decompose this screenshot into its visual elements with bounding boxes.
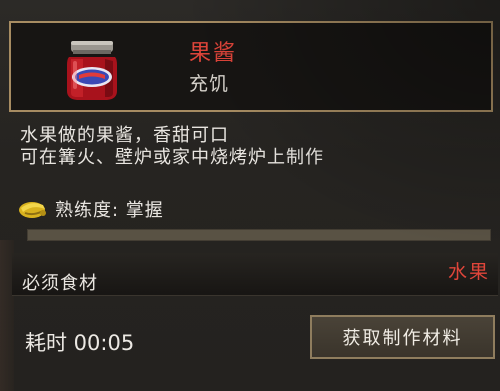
proficiency-label: 熟练度: 掌握 (55, 200, 164, 221)
proficiency-row: 熟练度: 掌握 (17, 196, 164, 222)
description-line-1: 水果做的果酱，香甜可口 (20, 125, 229, 146)
description-line-2: 可在篝火、壁炉或家中烧烤炉上制作 (20, 147, 324, 168)
required-ingredients-label: 必须食材 (22, 273, 98, 294)
required-ingredient-value[interactable]: 水果 (448, 257, 490, 284)
item-effect: 充饥 (189, 73, 230, 95)
proficiency-bar (27, 229, 491, 241)
item-description: 水果做的果酱，香甜可口 可在篝火、壁炉或家中烧烤炉上制作 (20, 125, 324, 169)
get-materials-button[interactable]: 获取制作材料 (310, 315, 495, 359)
proficiency-badge-icon (17, 198, 49, 220)
jam-jar-icon (61, 37, 123, 103)
recipe-panel: 果酱 充饥 水果做的果酱，香甜可口 可在篝火、壁炉或家中烧烤炉上制作 熟练度: … (0, 0, 500, 391)
item-name: 果酱 (189, 41, 238, 66)
required-ingredients-row: 必须食材 水果 (12, 253, 498, 296)
craft-time: 耗时 00:05 (25, 331, 135, 355)
get-materials-label: 获取制作材料 (342, 328, 463, 349)
item-card: 果酱 充饥 (9, 21, 493, 112)
